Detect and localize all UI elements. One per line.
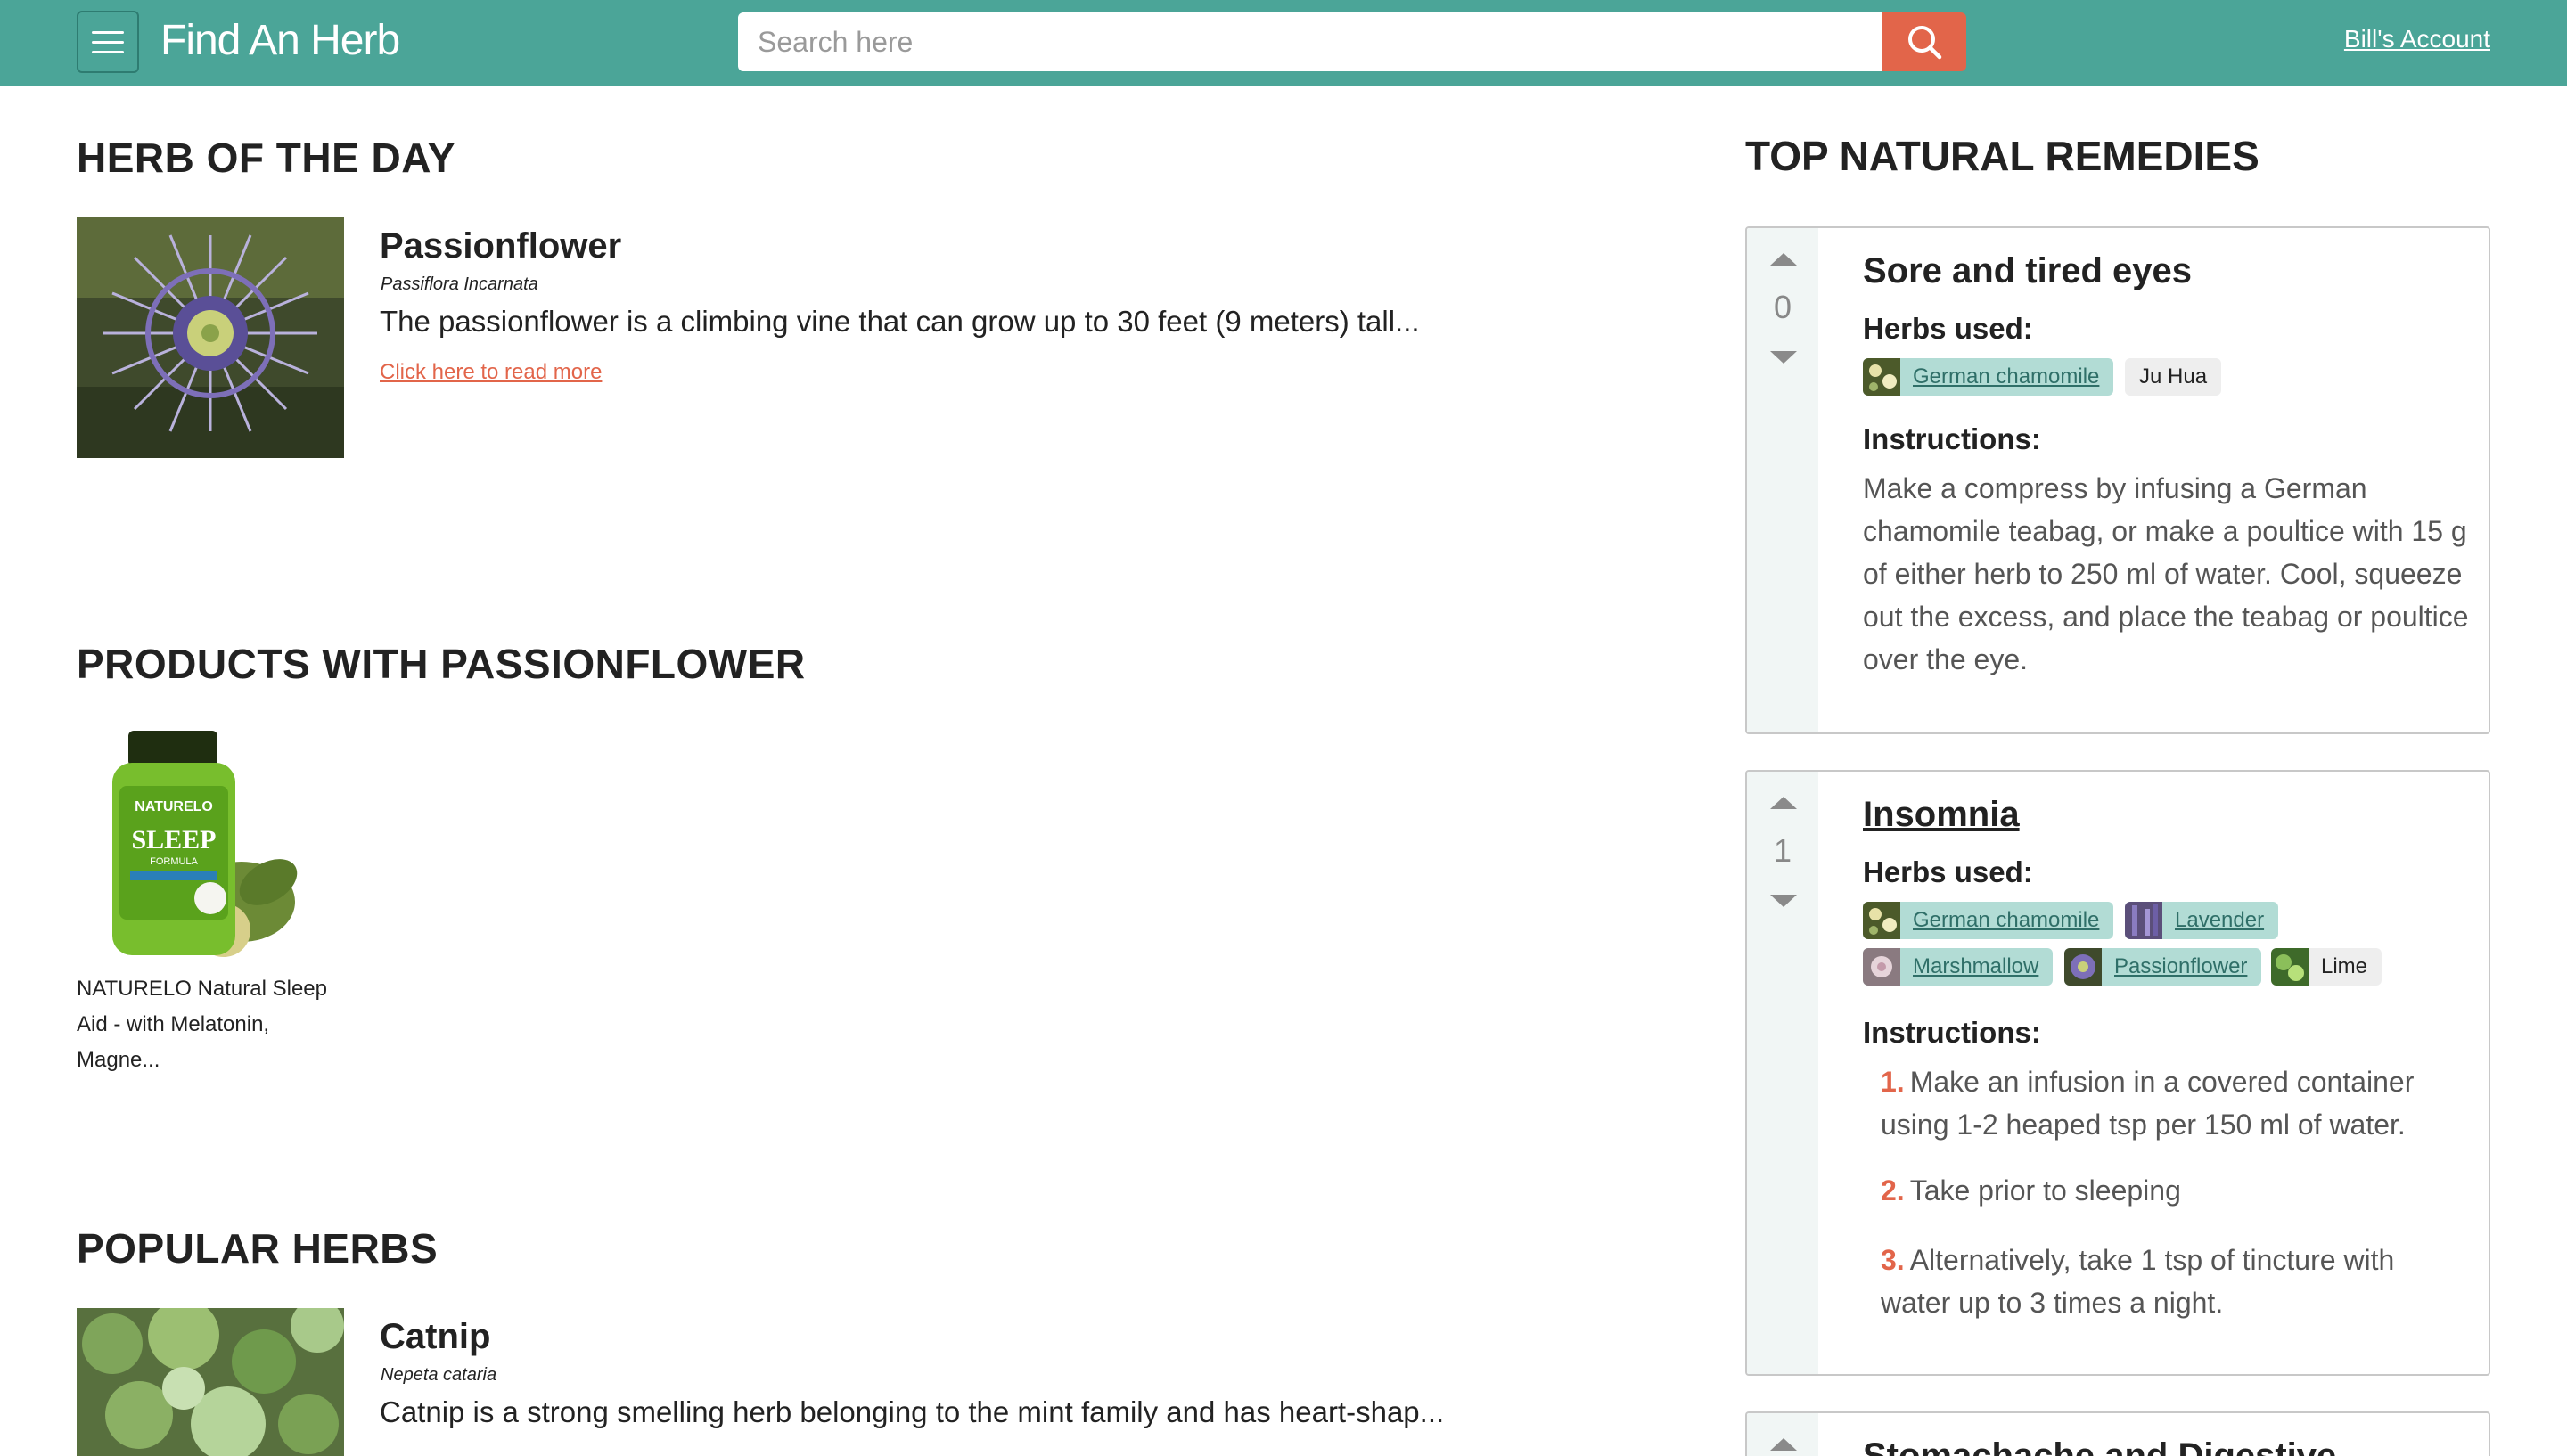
product-card[interactable]: NATURELO SLEEP FORMULA NATURELO Natural …	[77, 724, 327, 1072]
instruction-step: 3. Alternatively, take 1 tsp of tincture …	[1881, 1239, 2451, 1324]
herb-chip[interactable]: Lavender	[2125, 902, 2279, 939]
herb-thumbnail	[1863, 358, 1900, 396]
account-link[interactable]: Bill's Account	[2344, 25, 2490, 53]
read-more-link[interactable]: Click here to read more	[380, 360, 602, 385]
herb-name[interactable]: Passionflower	[380, 226, 621, 266]
herb-latin-name: Passiflora Incarnata	[381, 274, 538, 294]
herb-of-the-day-title: HERB OF THE DAY	[77, 135, 455, 181]
hamburger-menu-icon[interactable]	[77, 11, 139, 73]
remedy-card: 0 Sore and tired eyes Herbs used: German…	[1745, 226, 2490, 734]
herb-chip-label: Ju Hua	[2139, 364, 2208, 389]
product-label-word: SLEEP	[131, 825, 216, 855]
remedy-instructions: Make a compress by infusing a German cha…	[1863, 472, 2469, 675]
step-text: Make an infusion in a covered container …	[1881, 1066, 2415, 1141]
herb-chip[interactable]: German chamomile	[1863, 902, 2114, 939]
app-title[interactable]: Find An Herb	[160, 12, 400, 70]
herb-chip-label: Passionflower	[2114, 954, 2248, 978]
herb-thumbnail	[1863, 902, 1900, 939]
herb-chip[interactable]: Passionflower	[2064, 948, 2262, 986]
step-number: 1.	[1881, 1066, 1905, 1098]
remedy-title-link[interactable]: Insomnia	[1863, 795, 2020, 835]
instruction-step: 1. Make an infusion in a covered containe…	[1881, 1060, 2451, 1146]
popular-herb-latin-name: Nepeta cataria	[381, 1365, 497, 1385]
herb-chip[interactable]: Marshmallow	[1863, 948, 2054, 986]
herb-chip: Lime	[2271, 948, 2382, 986]
popular-herb-description: Catnip is a strong smelling herb belongi…	[380, 1395, 1445, 1428]
instructions-label: Instructions:	[1863, 422, 2041, 455]
products-title: PRODUCTS WITH PASSIONFLOWER	[77, 641, 806, 687]
remedy-title: Stomachache and Digestive Infections	[1863, 1436, 2337, 1456]
step-number: 2.	[1881, 1174, 1905, 1207]
product-label-sub: FORMULA	[150, 856, 198, 867]
step-number: 3.	[1881, 1244, 1905, 1276]
step-text: Take prior to sleeping	[1909, 1174, 2181, 1207]
product-name[interactable]: NATURELO Natural Sleep Aid - with Melato…	[77, 971, 335, 1078]
upvote-arrow-icon[interactable]	[1770, 1438, 1797, 1451]
search-input[interactable]	[738, 12, 1884, 71]
passionflower-image[interactable]	[77, 217, 344, 458]
herb-chip: Ju Hua	[2125, 358, 2222, 396]
herb-description: The passionflower is a climbing vine tha…	[380, 305, 1420, 338]
remedy-card: Stomachache and Digestive Infections	[1745, 1411, 2490, 1456]
vote-column: 0	[1747, 228, 1818, 732]
remedies-title: TOP NATURAL REMEDIES	[1745, 133, 2259, 179]
upvote-arrow-icon[interactable]	[1770, 253, 1797, 266]
herb-thumbnail	[2271, 948, 2309, 986]
vote-count: 0	[1773, 289, 1792, 325]
vote-column	[1747, 1413, 1818, 1456]
vote-count: 1	[1773, 832, 1792, 869]
herb-chip-label: German chamomile	[1913, 364, 2100, 389]
herb-chip[interactable]: German chamomile	[1863, 358, 2114, 396]
herb-chip-label: German chamomile	[1913, 908, 2100, 932]
herb-thumbnail	[1863, 948, 1900, 986]
herb-thumbnail	[2064, 948, 2102, 986]
step-text: Alternatively, take 1 tsp of tincture wi…	[1881, 1244, 2395, 1319]
product-image: NATURELO SLEEP FORMULA	[77, 724, 317, 973]
top-bar: Find An Herb Bill's Account	[0, 0, 2567, 86]
popular-herbs-title: POPULAR HERBS	[77, 1225, 439, 1272]
remedy-card: 1 Insomnia Herbs used: German chamomile …	[1745, 770, 2490, 1376]
remedy-title: Sore and tired eyes	[1863, 251, 2193, 290]
instruction-step: 2. Take prior to sleeping	[1881, 1169, 2451, 1212]
downvote-arrow-icon[interactable]	[1770, 895, 1797, 907]
herb-chip-label: Marshmallow	[1913, 954, 2039, 978]
upvote-arrow-icon[interactable]	[1770, 797, 1797, 809]
herbs-used-label: Herbs used:	[1863, 855, 2033, 888]
herb-chip-label: Lavender	[2175, 908, 2265, 932]
vote-column: 1	[1747, 772, 1818, 1374]
herbs-used-label: Herbs used:	[1863, 312, 2033, 345]
search-button[interactable]	[1882, 12, 1966, 71]
popular-herb-name[interactable]: Catnip	[380, 1317, 490, 1357]
search-icon	[1908, 26, 1942, 60]
downvote-arrow-icon[interactable]	[1770, 351, 1797, 364]
herb-chip-label: Lime	[2321, 954, 2368, 978]
product-label-brand: NATURELO	[135, 799, 213, 814]
catnip-image[interactable]	[77, 1308, 344, 1456]
herb-thumbnail	[2125, 902, 2162, 939]
instructions-label: Instructions:	[1863, 1016, 2041, 1049]
